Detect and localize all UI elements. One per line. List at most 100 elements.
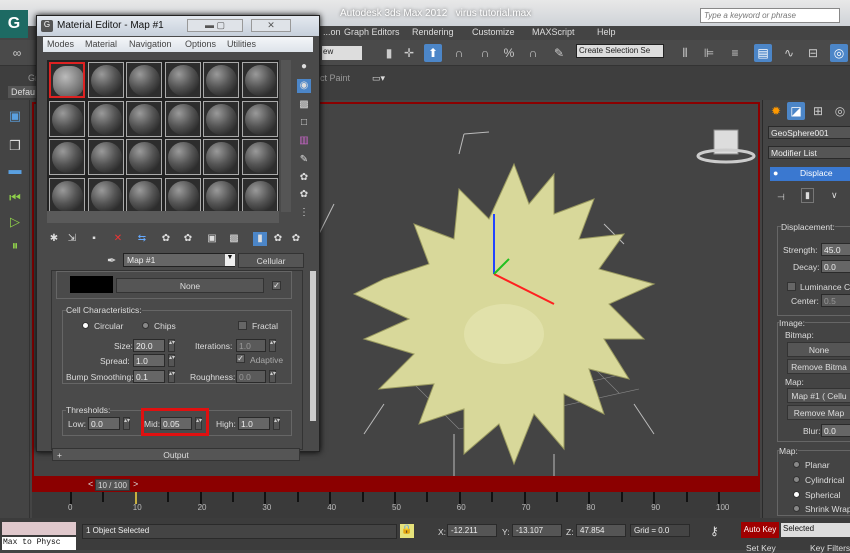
material-slot[interactable]	[49, 177, 85, 214]
prev-frame-button[interactable]: <	[88, 479, 93, 489]
menu-rendering[interactable]: Rendering	[412, 27, 454, 37]
options-icon[interactable]: ✿	[297, 171, 311, 185]
map-button[interactable]: Map #1 ( Cellu	[787, 388, 850, 403]
material-slot[interactable]	[164, 139, 201, 175]
menu-help[interactable]: Help	[597, 27, 616, 37]
pick-material-icon[interactable]: ✒	[107, 254, 116, 267]
chevron-down-icon[interactable]: ▼	[225, 254, 235, 266]
assign-material-icon[interactable]: ▪	[87, 232, 101, 246]
maxscript-input[interactable]: Max to Physc	[2, 537, 76, 550]
cell-color-swatch[interactable]	[70, 276, 113, 293]
modifier-list-dropdown[interactable]: Modifier List	[768, 146, 850, 159]
cell-map-checkbox[interactable]: ✓	[272, 281, 281, 290]
edit-named-selection-icon[interactable]: ✎	[550, 44, 568, 62]
pin-stack-icon[interactable]: ⊣	[777, 192, 785, 203]
go-to-start-icon[interactable]: ⏮	[6, 190, 24, 208]
material-slot[interactable]	[126, 62, 162, 98]
pivot-icon[interactable]: ✛	[400, 44, 418, 62]
bump-smoothing-input[interactable]: 0.1	[133, 370, 165, 383]
link-icon[interactable]: ∞	[8, 44, 26, 62]
menu-material[interactable]: Material	[85, 39, 117, 49]
curve-editor-icon[interactable]: ∿	[780, 44, 798, 62]
material-slot[interactable]	[203, 139, 239, 175]
go-to-parent-icon[interactable]: ✿	[271, 232, 285, 246]
track-bar[interactable]: 0 10 20 30 40 50 60 70 80 90 100	[32, 492, 760, 518]
app-logo-button[interactable]: G	[0, 10, 28, 38]
iterations-input[interactable]: 1.0	[236, 339, 266, 352]
modifier-stack-displace[interactable]: Displace	[770, 167, 850, 181]
mirror-icon[interactable]: ⫴	[676, 44, 694, 62]
set-key-button[interactable]: Set Key	[746, 543, 776, 553]
snap-3d-icon[interactable]: ∩	[450, 44, 468, 62]
time-slider[interactable]: 10 / 100	[95, 479, 130, 491]
material-slot[interactable]	[87, 100, 124, 137]
video-color-check-icon[interactable]: ▥	[297, 134, 311, 148]
make-preview-icon[interactable]: ✎	[297, 153, 311, 167]
create-tab-icon[interactable]: ✹	[767, 102, 785, 120]
background-icon[interactable]: ▩	[297, 98, 311, 112]
selection-set-dropdown[interactable]: Create Selection Se	[576, 44, 664, 58]
show-map-in-viewport-icon[interactable]: ▩	[227, 232, 241, 246]
lock-icon[interactable]: 🔒	[400, 524, 414, 538]
material-slot[interactable]	[203, 62, 239, 98]
align-icon[interactable]: ⊫	[700, 44, 718, 62]
minimize-button[interactable]: ▬ ▢	[187, 19, 243, 32]
motion-tab-icon[interactable]: ◎	[831, 102, 849, 120]
blur-input[interactable]: 0.0	[821, 424, 850, 437]
high-input[interactable]: 1.0	[238, 417, 270, 430]
material-slot[interactable]	[241, 177, 278, 214]
search-input[interactable]: Type a keyword or phrase	[700, 8, 840, 23]
map-type-button[interactable]: Cellular	[238, 253, 304, 268]
menu-modes[interactable]: Modes	[47, 39, 74, 49]
make-unique-icon[interactable]: ∨	[831, 190, 838, 201]
layer-default[interactable]: Defau	[8, 86, 39, 98]
lightbulb-icon[interactable]: ●	[773, 168, 778, 178]
close-button[interactable]: ✕	[251, 19, 291, 32]
material-slot[interactable]	[164, 177, 201, 214]
sample-uv-tiling-icon[interactable]: □	[297, 116, 311, 130]
put-to-scene-icon[interactable]: ⇲	[65, 232, 79, 246]
remove-bitmap-button[interactable]: Remove Bitma	[787, 359, 850, 374]
spinner-snap-icon[interactable]: ∩	[524, 44, 542, 62]
select-manipulate-icon[interactable]: ⬆	[424, 44, 442, 62]
parameters-scrollbar[interactable]	[310, 271, 316, 421]
object-name-field[interactable]: GeoSphere001	[768, 126, 850, 139]
layer-icon[interactable]: ≡	[726, 44, 744, 62]
bitmap-button[interactable]: None	[787, 342, 850, 357]
create-box-icon[interactable]: ❒	[6, 138, 24, 156]
material-slot[interactable]	[126, 100, 162, 137]
mid-input[interactable]: 0.05	[160, 417, 192, 430]
vertical-scrollbar[interactable]	[281, 60, 291, 212]
go-forward-icon[interactable]: ✿	[289, 232, 303, 246]
menu-options[interactable]: Options	[185, 39, 216, 49]
high-spinner[interactable]: ▴▾	[273, 417, 280, 430]
iterations-spinner[interactable]: ▴▾	[269, 339, 276, 352]
get-material-icon[interactable]: ✱	[47, 232, 61, 246]
material-slot[interactable]	[87, 177, 124, 214]
low-input[interactable]: 0.0	[88, 417, 120, 430]
make-copy-icon[interactable]: ⇆	[135, 232, 149, 246]
percent-snap-icon[interactable]: %	[500, 44, 518, 62]
put-to-library-icon[interactable]: ✿	[181, 232, 195, 246]
chips-radio[interactable]	[142, 322, 149, 329]
material-slot[interactable]	[241, 100, 278, 137]
key-icon[interactable]: ⚷	[710, 524, 719, 538]
size-spinner[interactable]: ▴▾	[168, 339, 175, 352]
material-slot[interactable]	[164, 62, 201, 98]
fractal-checkbox[interactable]	[238, 321, 247, 330]
material-slot[interactable]	[126, 139, 162, 175]
menu-maxscript[interactable]: MAXScript	[532, 27, 575, 37]
material-slot[interactable]	[164, 100, 201, 137]
play-icon[interactable]: ▷	[6, 214, 24, 232]
menu-customize[interactable]: Customize	[472, 27, 515, 37]
material-navigator-icon[interactable]: ⋮	[297, 206, 311, 220]
material-slot[interactable]	[126, 177, 162, 214]
map-name-field[interactable]: Map #1	[123, 253, 235, 267]
bump-smoothing-spinner[interactable]: ▴▾	[168, 370, 175, 383]
material-slot[interactable]	[49, 139, 85, 175]
menu-navigation[interactable]: Navigation	[129, 39, 172, 49]
z-coordinate[interactable]: 47.854	[576, 524, 626, 537]
key-filters-button[interactable]: Key Filters	[810, 543, 850, 553]
material-slot[interactable]	[203, 177, 239, 214]
spherical-radio[interactable]	[793, 491, 800, 498]
